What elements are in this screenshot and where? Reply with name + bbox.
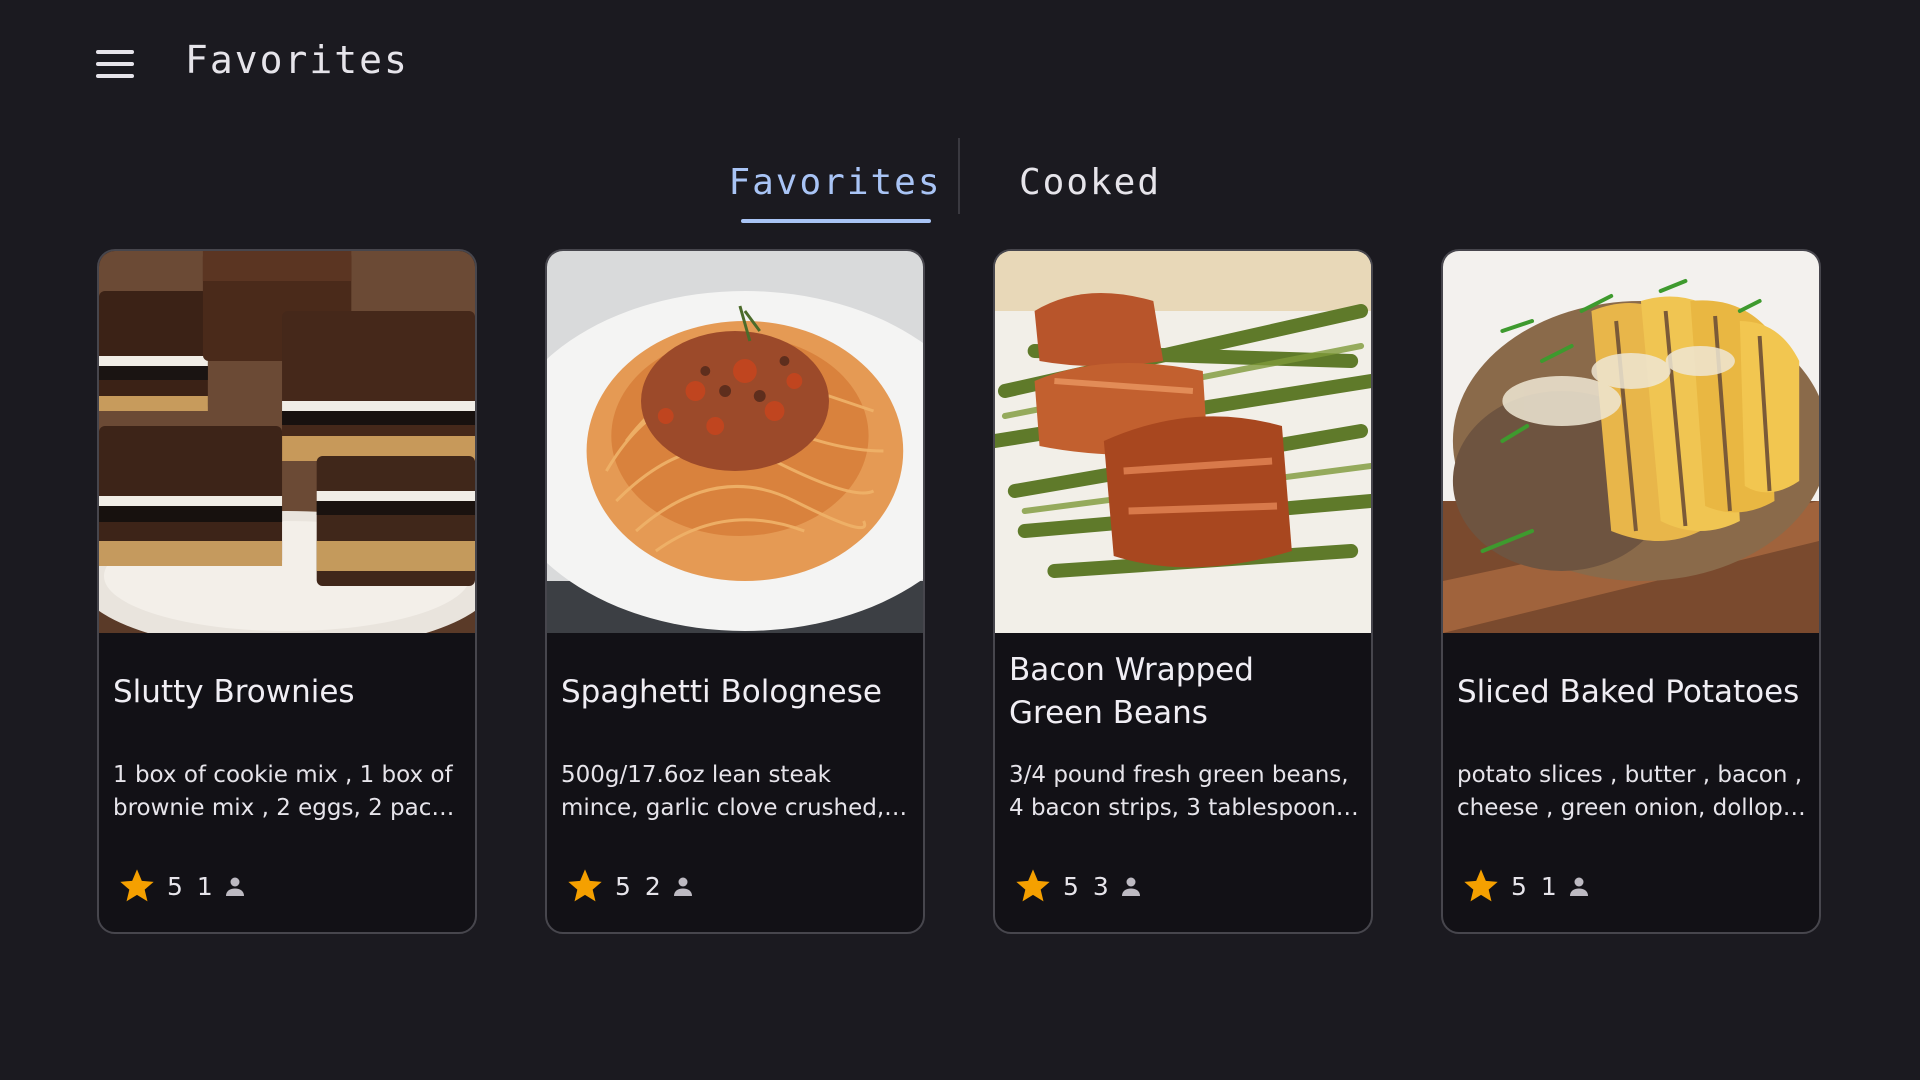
cooked-count: 3: [1092, 871, 1109, 901]
person-icon: [225, 877, 244, 896]
menu-bar-line: [96, 62, 134, 66]
tab-divider: [958, 138, 960, 214]
recipe-ingredients: 500g/17.6oz lean steak mince, garlic clo…: [561, 762, 907, 821]
baked-potato-photo: [1443, 251, 1819, 633]
recipe-stats: 5 1: [117, 866, 247, 906]
rating-value: 5: [167, 871, 183, 901]
tab-favorites[interactable]: Favorites: [720, 138, 950, 226]
recipe-ingredients: 1 box of cookie mix , 1 box of brownie m…: [113, 762, 457, 821]
recipe-ingredients: potato slices , butter , bacon , cheese …: [1457, 762, 1803, 821]
star-icon: [1464, 869, 1498, 902]
menu-icon[interactable]: [96, 44, 144, 84]
menu-bar-line: [96, 50, 134, 54]
tab-cooked[interactable]: Cooked: [980, 138, 1200, 226]
menu-bar-line: [96, 74, 134, 78]
person-icon: [1569, 877, 1588, 896]
tab-selected-indicator: [741, 219, 931, 223]
recipe-card[interactable]: Slutty Brownies 1 box of cookie mix , 1 …: [97, 249, 477, 934]
rating-value: 5: [1063, 871, 1079, 901]
tab-bar: Favorites Cooked: [720, 138, 1200, 226]
person-icon: [673, 877, 692, 896]
recipe-card[interactable]: Spaghetti Bolognese 500g/17.6oz lean ste…: [545, 249, 925, 934]
cooked-count: 2: [644, 871, 661, 901]
rating-value: 5: [615, 871, 631, 901]
green-beans-photo: [995, 251, 1371, 633]
rating-value: 5: [1511, 871, 1527, 901]
recipe-stats: 5 2: [565, 866, 695, 906]
recipe-stats: 5 3: [1013, 866, 1143, 906]
recipe-title: Spaghetti Bolognese: [561, 673, 882, 710]
brownies-photo: [99, 251, 475, 633]
star-icon: [568, 869, 602, 902]
app-root: Favorites Favorites Cooked Slutty Browni…: [0, 0, 1920, 1080]
recipe-ingredients: 3/4 pound fresh green beans, 4 bacon str…: [1009, 762, 1349, 821]
recipe-title: Slutty Brownies: [113, 673, 355, 710]
recipe-card[interactable]: Sliced Baked Potatoes potato slices , bu…: [1441, 249, 1821, 934]
person-icon: [1121, 877, 1140, 896]
page-title: Favorites: [185, 38, 409, 82]
cooked-count: 1: [1540, 871, 1557, 901]
cooked-count: 1: [196, 871, 213, 901]
recipe-card[interactable]: Bacon Wrapped Green Beans 3/4 pound fres…: [993, 249, 1373, 934]
top-app-bar: Favorites: [0, 0, 1920, 124]
recipe-stats: 5 1: [1461, 866, 1591, 906]
star-icon: [1016, 869, 1050, 902]
recipe-title: Bacon Wrapped Green Beans: [1009, 652, 1254, 731]
star-icon: [120, 869, 154, 902]
recipe-title: Sliced Baked Potatoes: [1457, 673, 1800, 710]
spaghetti-photo: [547, 251, 923, 633]
